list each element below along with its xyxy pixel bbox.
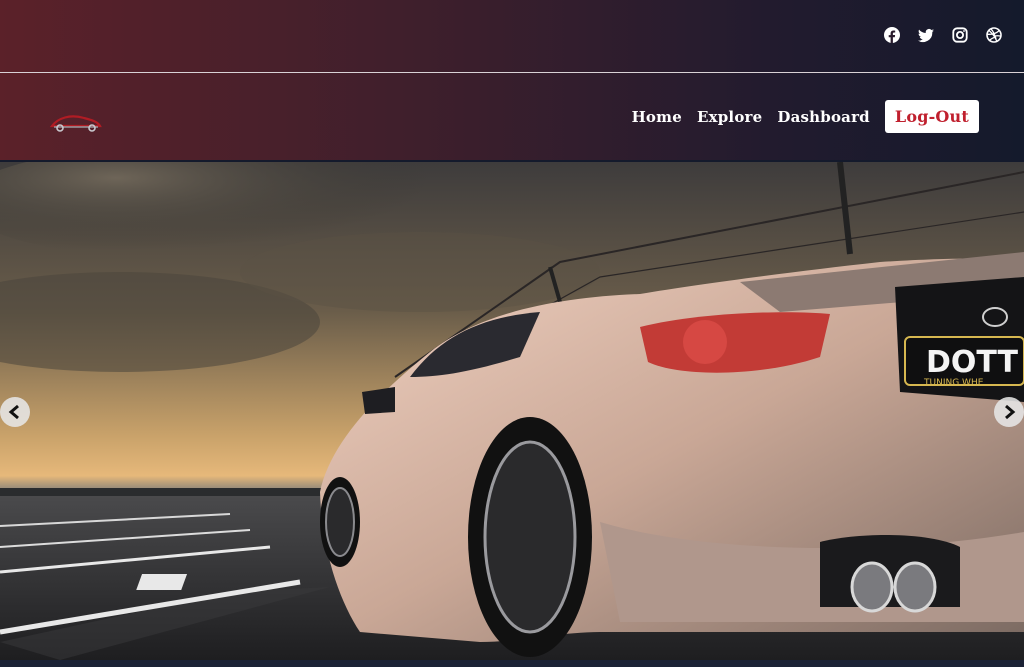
carousel-next-button[interactable] <box>994 397 1024 427</box>
site-header: Home Explore Dashboard Log-Out <box>0 0 1024 160</box>
plate-text: DOTT <box>926 345 1019 380</box>
nav-links: Home Explore Dashboard Log-Out <box>632 100 979 133</box>
hero-carousel: DOTT TUNING WHE <box>0 162 1024 660</box>
carousel-prev-button[interactable] <box>0 397 30 427</box>
top-bar <box>0 0 1024 72</box>
nav-home-link[interactable]: Home <box>632 108 682 126</box>
facebook-icon[interactable] <box>884 27 900 43</box>
nav-explore-link[interactable]: Explore <box>697 108 762 126</box>
hero-car-image: DOTT TUNING WHE <box>0 162 1024 660</box>
page-bottom-strip <box>0 660 1024 667</box>
instagram-icon[interactable] <box>952 27 968 43</box>
site-logo[interactable] <box>46 110 104 136</box>
dribbble-icon[interactable] <box>986 27 1002 43</box>
social-links <box>884 27 1002 43</box>
chevron-left-icon <box>8 404 19 420</box>
nav-dashboard-link[interactable]: Dashboard <box>777 108 869 126</box>
chevron-right-icon <box>1005 404 1016 420</box>
twitter-icon[interactable] <box>918 27 934 43</box>
plate-subtext: TUNING WHE <box>923 378 984 388</box>
logout-button[interactable]: Log-Out <box>884 100 979 133</box>
